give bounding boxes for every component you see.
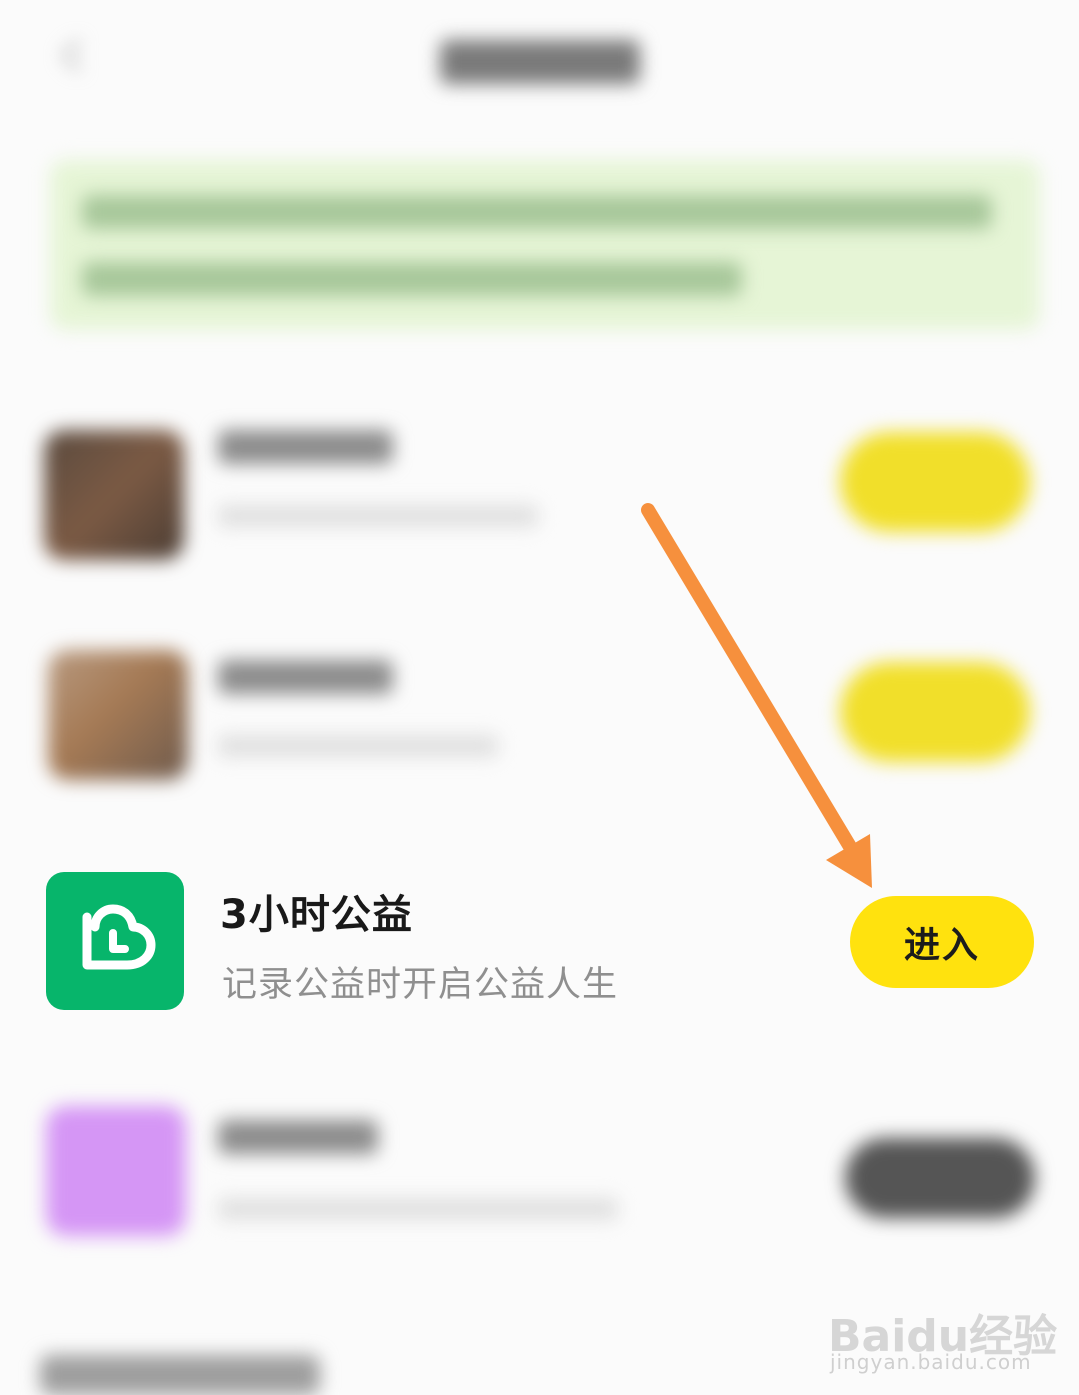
app-icon[interactable] <box>46 872 184 1010</box>
app-thumbnail <box>48 650 188 780</box>
list-item-title <box>218 660 393 694</box>
list-item-title <box>218 1120 378 1154</box>
list-item-subtitle <box>218 505 538 527</box>
enter-button[interactable]: 进入 <box>850 896 1034 988</box>
heart-leaf-icon <box>73 899 157 983</box>
watermark-url: jingyan.baidu.com <box>830 1350 1032 1374</box>
list-item-subtitle <box>218 735 498 757</box>
list-item-partial <box>40 1355 320 1395</box>
info-banner <box>50 160 1040 330</box>
banner-text-line <box>82 195 992 229</box>
banner-text-line <box>82 262 742 296</box>
list-item-subtitle <box>218 1198 618 1220</box>
app-thumbnail <box>46 1106 186 1236</box>
page-title <box>440 40 640 84</box>
enter-button[interactable] <box>845 1138 1035 1218</box>
enter-button[interactable] <box>840 432 1030 532</box>
app-thumbnail <box>44 430 184 560</box>
list-item-title <box>218 430 393 464</box>
enter-button[interactable] <box>840 662 1030 762</box>
app-title: 3小时公益 <box>220 892 413 938</box>
back-icon[interactable] <box>52 36 92 80</box>
app-subtitle: 记录公益时开启公益人生 <box>222 965 619 1005</box>
